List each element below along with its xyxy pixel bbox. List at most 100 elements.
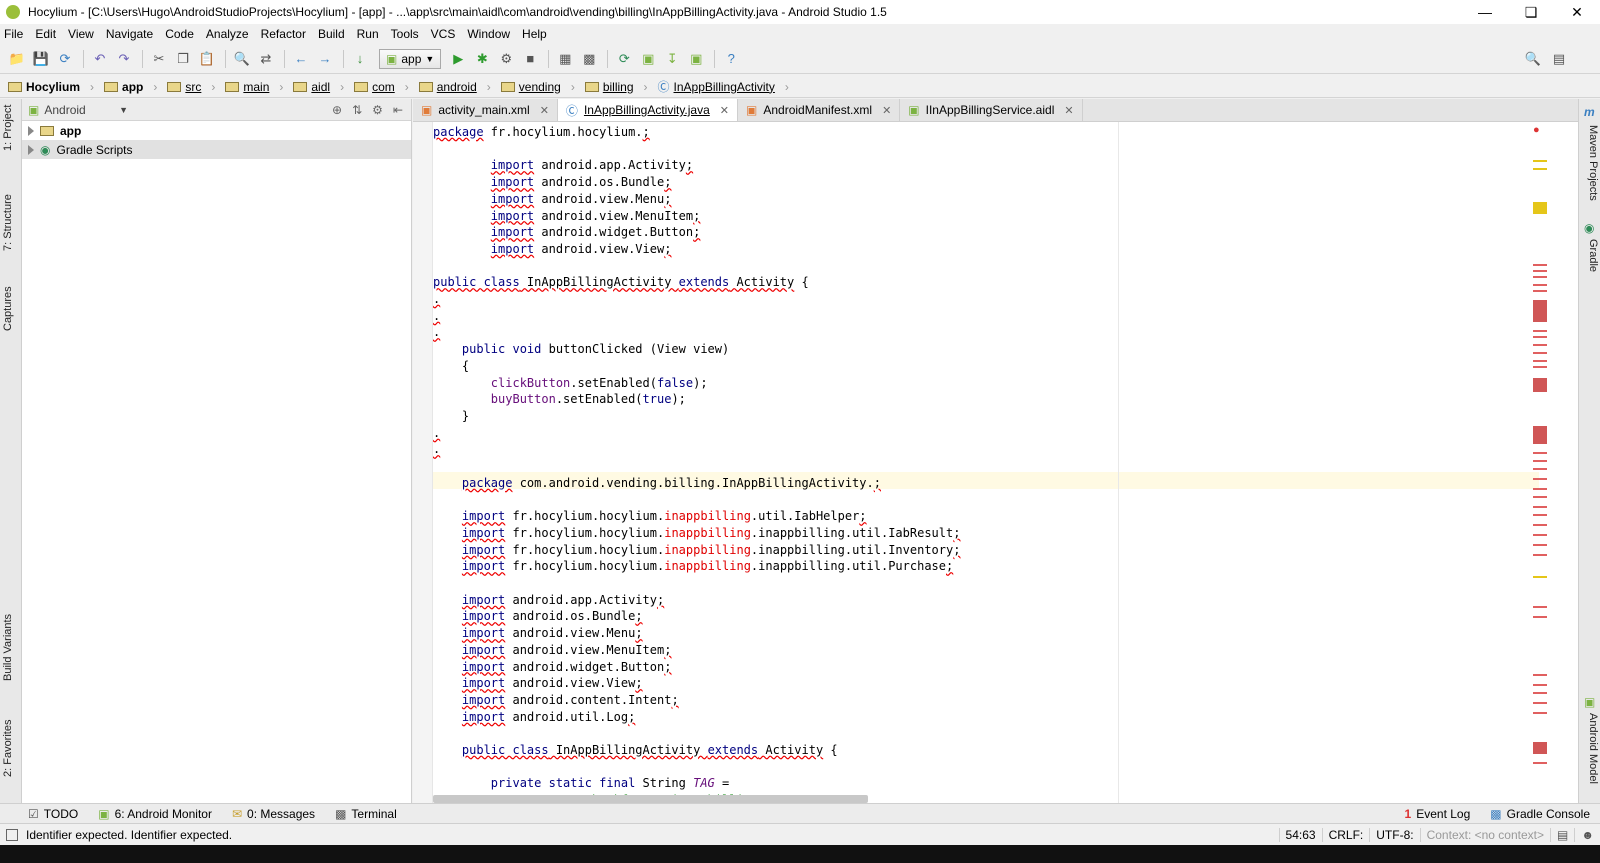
- tool-tab-structure[interactable]: 7: Structure: [2, 194, 14, 251]
- close-tab-icon[interactable]: ✕: [882, 104, 891, 117]
- breadcrumb-item[interactable]: com ›: [354, 80, 409, 94]
- gradle-sync-icon[interactable]: ⟳: [613, 48, 635, 70]
- menu-code[interactable]: Code: [165, 27, 194, 41]
- tab-inappbillingactivity-java[interactable]: Ⓒ InAppBillingActivity.java ✕: [557, 99, 738, 121]
- project-structure-icon[interactable]: ▦: [554, 48, 576, 70]
- toggle-tool-windows-icon[interactable]: [6, 828, 18, 841]
- menu-file[interactable]: File: [4, 27, 23, 41]
- restore-button[interactable]: ❏: [1508, 0, 1554, 24]
- layout-icon[interactable]: ▤: [1548, 48, 1570, 70]
- undo-icon[interactable]: ↶: [89, 48, 111, 70]
- copy-icon[interactable]: ❐: [172, 48, 194, 70]
- error-stripe[interactable]: ●: [1533, 122, 1547, 803]
- stop-icon[interactable]: ■: [519, 48, 541, 70]
- collapse-all-icon[interactable]: ⇅: [352, 103, 362, 117]
- run-config-dropdown[interactable]: ▣ app ▼: [379, 48, 442, 69]
- forward-icon[interactable]: →: [314, 48, 336, 70]
- tab-androidmanifest-xml[interactable]: ▣ AndroidManifest.xml ✕: [738, 99, 901, 121]
- folder-icon: [167, 81, 182, 92]
- back-icon[interactable]: ←: [290, 48, 312, 70]
- breadcrumb-item[interactable]: aidl ›: [293, 80, 344, 94]
- tree-item-app[interactable]: app: [22, 121, 411, 140]
- breadcrumb-item[interactable]: billing ›: [584, 80, 648, 94]
- tab-iinappbillingservice-aidl[interactable]: ▣ IInAppBillingService.aidl ✕: [900, 99, 1083, 121]
- class-icon: Ⓒ: [565, 103, 578, 118]
- expand-arrow-icon[interactable]: [28, 125, 34, 136]
- hide-panel-icon[interactable]: ⇤: [393, 103, 403, 117]
- menu-window[interactable]: Window: [467, 27, 510, 41]
- tab-activity-main-xml[interactable]: ▣ activity_main.xml ✕: [413, 99, 558, 121]
- find-icon[interactable]: 🔍: [231, 48, 253, 70]
- make-project-icon[interactable]: ↓: [349, 48, 371, 70]
- tool-tab-project[interactable]: 1: Project: [2, 105, 14, 151]
- menu-tools[interactable]: Tools: [391, 27, 419, 41]
- chevron-down-icon: ▼: [425, 53, 435, 64]
- menu-run[interactable]: Run: [357, 27, 379, 41]
- breadcrumb-item[interactable]: vending ›: [500, 80, 575, 94]
- horizontal-scrollbar[interactable]: [433, 795, 868, 803]
- scroll-from-source-icon[interactable]: ⊕: [332, 103, 342, 117]
- cut-icon[interactable]: ✂: [148, 48, 170, 70]
- replace-icon[interactable]: ⇄: [255, 48, 277, 70]
- maven-icon: m: [1584, 105, 1595, 119]
- close-tab-icon[interactable]: ✕: [720, 104, 729, 117]
- sdk-manager-icon[interactable]: ▩: [578, 48, 600, 70]
- run-icon[interactable]: ▶: [447, 48, 469, 70]
- menu-analyze[interactable]: Analyze: [206, 27, 249, 41]
- tool-tab-android-model[interactable]: Android Model: [1587, 713, 1599, 784]
- paste-icon[interactable]: 📋: [196, 48, 218, 70]
- tool-tab-gradle-console[interactable]: ▩ Gradle Console: [1490, 807, 1590, 821]
- avd-manager-icon[interactable]: ▣: [637, 48, 659, 70]
- tool-tab-maven-projects[interactable]: Maven Projects: [1587, 125, 1599, 201]
- tree-item-gradle-scripts[interactable]: ◉ Gradle Scripts: [22, 140, 411, 159]
- minimize-button[interactable]: —: [1462, 0, 1508, 24]
- breadcrumb-item[interactable]: android ›: [418, 80, 491, 94]
- breadcrumb-item[interactable]: Hocylium ›: [8, 80, 94, 94]
- save-all-icon[interactable]: 💾: [30, 48, 52, 70]
- inspection-icon[interactable]: ☻: [1574, 827, 1600, 842]
- tool-tab-favorites[interactable]: 2: Favorites: [2, 720, 14, 777]
- tool-tab-todo[interactable]: ☑ TODO: [28, 807, 78, 821]
- menu-navigate[interactable]: Navigate: [106, 27, 153, 41]
- menu-vcs[interactable]: VCS: [431, 27, 456, 41]
- breadcrumb-item[interactable]: src ›: [167, 80, 215, 94]
- tool-tab-gradle[interactable]: Gradle: [1587, 239, 1599, 272]
- tool-tab-event-log[interactable]: 1 Event Log: [1405, 807, 1471, 821]
- close-button[interactable]: ✕: [1554, 0, 1600, 24]
- menu-edit[interactable]: Edit: [35, 27, 56, 41]
- close-tab-icon[interactable]: ✕: [1064, 104, 1073, 117]
- gear-icon[interactable]: ⚙: [372, 103, 383, 117]
- help-icon[interactable]: ?: [720, 48, 742, 70]
- caret-position[interactable]: 54:63: [1278, 827, 1322, 842]
- file-encoding[interactable]: UTF-8:: [1369, 827, 1419, 842]
- tool-tab-android-monitor[interactable]: ▣ 6: Android Monitor: [98, 807, 212, 821]
- attach-debugger-icon[interactable]: ⚙: [495, 48, 517, 70]
- project-view-dropdown[interactable]: ▣ Android ▼: [28, 103, 128, 117]
- context-indicator[interactable]: Context: <no context>: [1419, 827, 1550, 842]
- sdk-download-icon[interactable]: ↧: [661, 48, 683, 70]
- menu-help[interactable]: Help: [522, 27, 547, 41]
- menu-view[interactable]: View: [68, 27, 94, 41]
- tool-tab-terminal[interactable]: ▩ Terminal: [335, 807, 397, 821]
- breadcrumb-item[interactable]: app ›: [104, 80, 157, 94]
- tool-tab-messages[interactable]: ✉ 0: Messages: [232, 807, 315, 821]
- breadcrumb-item[interactable]: Ⓒ InAppBillingActivity ›: [658, 78, 789, 95]
- code-text[interactable]: package fr.hocylium.hocylium.; import an…: [433, 124, 960, 803]
- line-separator[interactable]: CRLF:: [1321, 827, 1370, 842]
- lock-icon[interactable]: ▤: [1550, 827, 1574, 842]
- breadcrumb-item[interactable]: main ›: [225, 80, 283, 94]
- expand-arrow-icon[interactable]: [28, 144, 34, 155]
- tool-tab-build-variants[interactable]: Build Variants: [2, 614, 14, 681]
- android-device-monitor-icon[interactable]: ▣: [685, 48, 707, 70]
- tool-tab-captures[interactable]: Captures: [2, 286, 14, 331]
- debug-icon[interactable]: ✱: [471, 48, 493, 70]
- menu-build[interactable]: Build: [318, 27, 345, 41]
- chevron-down-icon: ▼: [119, 104, 128, 115]
- sync-icon[interactable]: ⟳: [54, 48, 76, 70]
- redo-icon[interactable]: ↷: [113, 48, 135, 70]
- search-everywhere-icon[interactable]: 🔍: [1522, 48, 1544, 70]
- open-folder-icon[interactable]: 📁: [6, 48, 28, 70]
- code-editor[interactable]: package fr.hocylium.hocylium.; import an…: [413, 122, 1578, 803]
- menu-refactor[interactable]: Refactor: [261, 27, 306, 41]
- close-tab-icon[interactable]: ✕: [540, 104, 549, 117]
